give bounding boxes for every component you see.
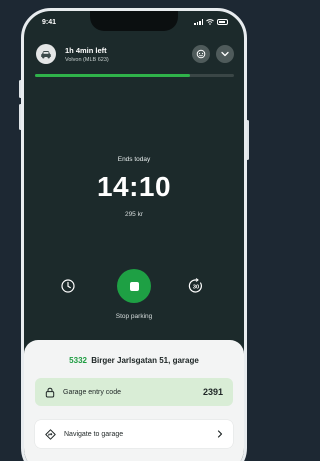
extend-30-icon: 30 <box>188 278 202 293</box>
time-progress-bar <box>35 74 234 77</box>
navigate-card[interactable]: Navigate to garage <box>35 420 233 448</box>
support-button[interactable] <box>192 45 210 63</box>
status-time: 9:41 <box>42 18 57 26</box>
extend-30-button[interactable]: 30 <box>188 278 204 294</box>
session-header: 1h 4min left Volvon (MLB 623) <box>36 44 234 64</box>
status-bar: 9:41 <box>24 11 244 33</box>
extend-30-label: 30 <box>193 284 199 290</box>
cellular-signal-icon <box>194 19 203 25</box>
zone-address: Birger Jarlsgatan 51, garage <box>91 356 199 365</box>
time-left: 1h 4min left <box>65 45 107 55</box>
garage-code-value: 2391 <box>202 387 223 397</box>
collapse-button[interactable] <box>216 45 234 63</box>
end-time: 14:10 <box>96 171 172 202</box>
stop-parking-label: Stop parking <box>115 313 153 320</box>
garage-code-card[interactable]: Garage entry code 2391 <box>35 378 233 406</box>
status-icons <box>194 19 228 25</box>
stop-icon <box>129 281 139 291</box>
parking-details-sheet: 5332 Birger Jarlsgatan 51, garage Garage… <box>24 340 244 461</box>
navigation-icon <box>45 428 56 440</box>
change-end-time-button[interactable] <box>60 278 76 294</box>
session-controls: 30 <box>24 269 244 303</box>
vehicle-label: Volvon (MLB 623) <box>65 56 109 63</box>
headset-icon <box>196 49 206 59</box>
lock-icon <box>45 387 55 397</box>
garage-code-label: Garage entry code <box>63 388 121 396</box>
battery-icon <box>217 19 228 25</box>
clock-icon <box>61 279 75 293</box>
chevron-right-icon <box>217 430 223 438</box>
time-progress-fill <box>35 74 191 77</box>
navigate-label: Navigate to garage <box>64 430 124 438</box>
zone-code: 5332 <box>69 356 87 365</box>
stop-parking-button[interactable] <box>117 269 151 303</box>
wifi-icon <box>206 19 214 25</box>
chevron-down-icon <box>221 51 229 57</box>
phone-frame: 9:41 1h 4min left Volvon (MLB 623) Ends … <box>21 8 247 461</box>
car-icon <box>36 44 56 64</box>
zone-row: 5332 Birger Jarlsgatan 51, garage <box>24 356 244 365</box>
price: 295 kr <box>124 211 144 218</box>
ends-label: Ends today <box>117 156 151 163</box>
